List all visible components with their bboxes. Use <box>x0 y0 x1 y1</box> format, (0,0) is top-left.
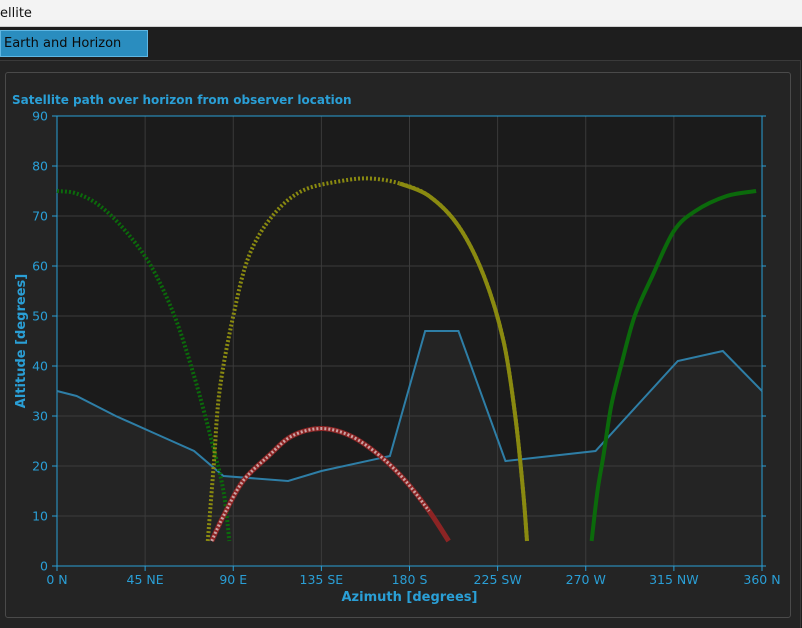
y-tick-label: 80 <box>32 159 48 174</box>
y-axis-title: Altitude [degrees] <box>14 274 29 408</box>
y-tick-label: 90 <box>32 109 48 124</box>
y-tick-label: 20 <box>32 459 48 474</box>
y-tick-label: 30 <box>32 409 48 424</box>
y-tick-label: 50 <box>32 309 48 324</box>
x-axis-title: Azimuth [degrees] <box>342 590 478 605</box>
y-tick-label: 0 <box>40 559 48 574</box>
y-tick-label: 40 <box>32 359 48 374</box>
x-tick-label: 225 SW <box>474 572 522 587</box>
x-tick-label: 315 NW <box>649 572 699 587</box>
y-tick-label: 60 <box>32 259 48 274</box>
x-tick-label: 270 W <box>566 572 606 587</box>
x-tick-label: 45 NE <box>127 572 164 587</box>
x-tick-label: 135 SE <box>300 572 344 587</box>
x-tick-label: 90 E <box>219 572 247 587</box>
y-tick-label: 10 <box>32 509 48 524</box>
x-tick-label: 360 N <box>743 572 780 587</box>
horizon-chart: 0 N 45 NE 90 E 135 SE 180 S 225 SW 270 W 315 NW… <box>14 109 781 606</box>
y-tick-label: 70 <box>32 209 48 224</box>
x-tick-label: 0 N <box>46 572 67 587</box>
x-tick-label: 180 S <box>392 572 428 587</box>
